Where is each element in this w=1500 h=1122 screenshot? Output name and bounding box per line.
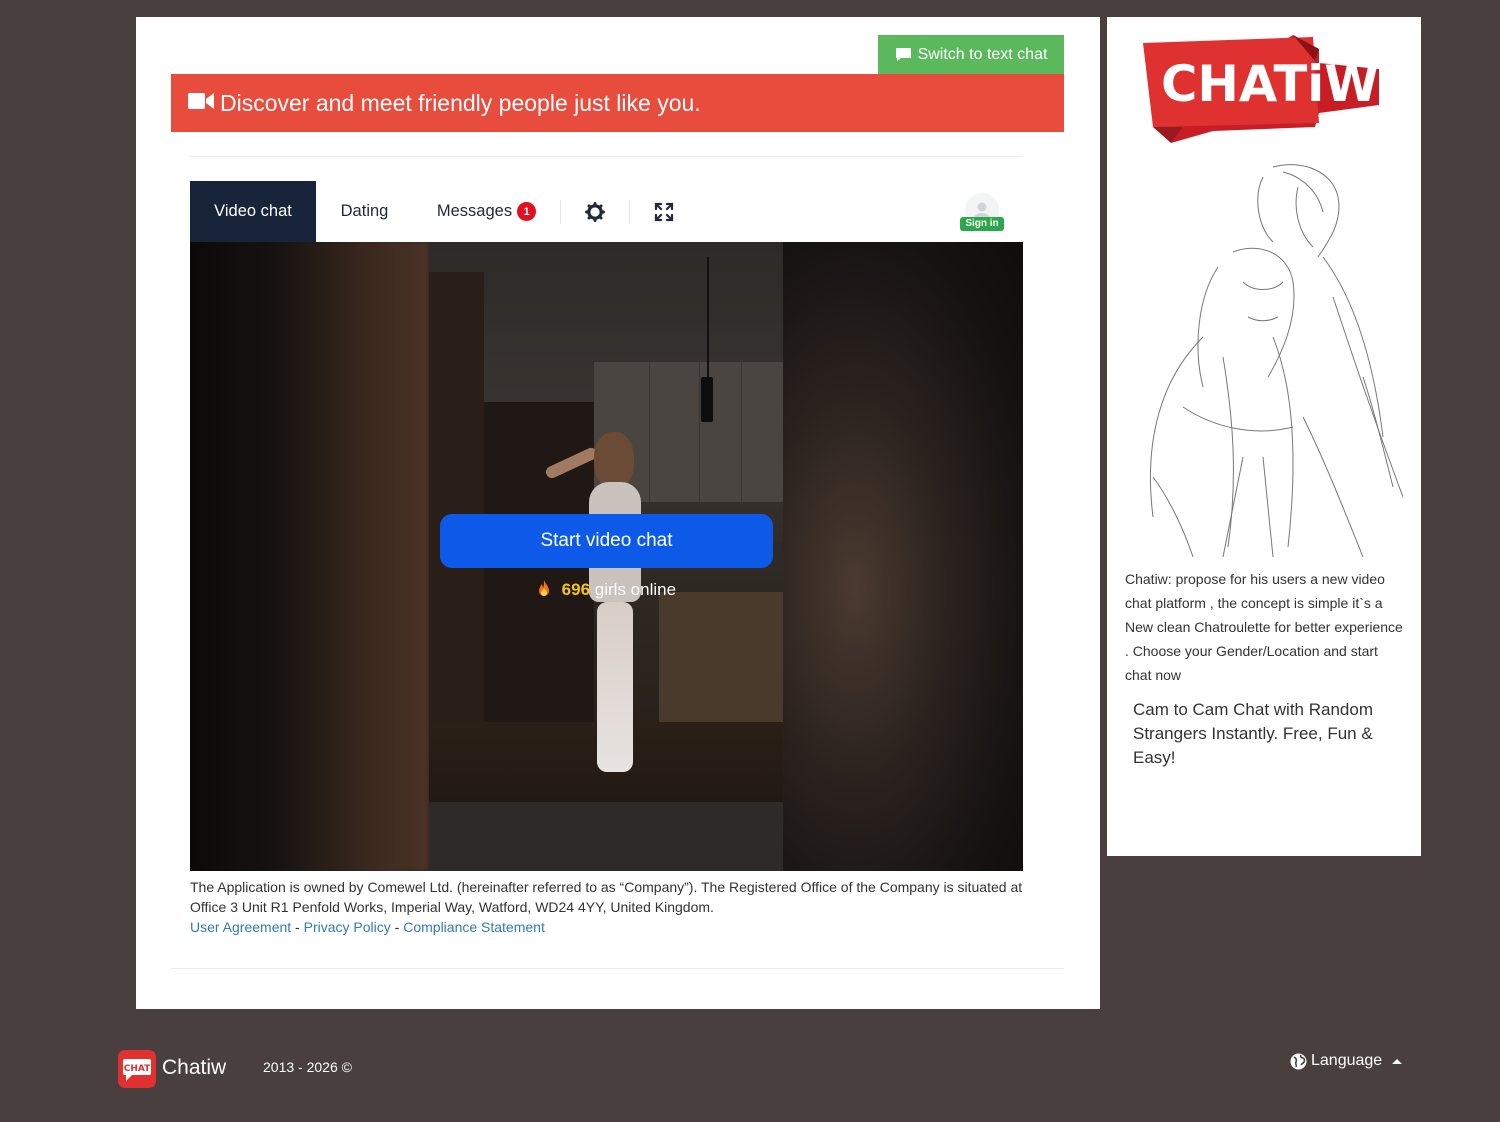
sign-in-label: Sign in — [960, 217, 1004, 231]
divider — [171, 968, 1064, 969]
caret-up-icon — [1392, 1058, 1403, 1064]
tab-video-chat[interactable]: Video chat — [190, 181, 316, 242]
settings-button[interactable] — [561, 181, 629, 242]
sidebar: CHATiW Chatiw: propose for his users a n… — [1107, 17, 1421, 856]
couple-sketch-illustration — [1150, 164, 1403, 557]
speech-bubble-icon — [895, 48, 911, 61]
fire-icon — [538, 580, 549, 596]
sidebar-description: Chatiw: propose for his users a new vide… — [1125, 571, 1403, 683]
legal-text: The Application is owned by Comewel Ltd.… — [190, 879, 1023, 915]
gear-icon — [585, 201, 605, 222]
video-preview: Start video chat 696 girls online — [190, 242, 1023, 871]
switch-to-text-chat-button[interactable]: Switch to text chat — [878, 35, 1064, 74]
footer-logo-text: CHAT — [124, 1064, 151, 1074]
privacy-policy-link[interactable]: Privacy Policy — [304, 919, 391, 935]
legal-notice: The Application is owned by Comewel Ltd.… — [190, 877, 1050, 937]
compliance-statement-link[interactable]: Compliance Statement — [403, 919, 545, 935]
banner-text: Discover and meet friendly people just l… — [220, 89, 701, 116]
footer-copyright: 2013 - 2026 © — [263, 1059, 352, 1075]
video-blur-right — [783, 242, 1023, 871]
chatiw-logo: CHATiW — [1143, 35, 1379, 143]
tab-messages[interactable]: Messages 1 — [413, 181, 560, 242]
video-camera-icon — [188, 93, 214, 109]
tab-video-chat-label: Video chat — [214, 202, 292, 220]
globe-icon — [1290, 1053, 1307, 1069]
language-selector[interactable]: Language — [1290, 1052, 1403, 1070]
tab-dating[interactable]: Dating — [316, 181, 413, 242]
online-count-number: 696 — [561, 580, 591, 599]
main-panel: Switch to text chat Discover and meet fr… — [136, 17, 1100, 1009]
messages-badge: 1 — [517, 202, 537, 221]
tab-bar: Video chat Dating Messages 1 Sign in — [190, 181, 1023, 242]
online-count: 696 girls online — [440, 580, 773, 600]
footer-brand: Chatiw — [162, 1056, 227, 1079]
sign-in-button[interactable]: Sign in — [958, 193, 1006, 233]
user-agreement-link[interactable]: User Agreement — [190, 919, 291, 935]
legal-links: User Agreement - Privacy Policy - Compli… — [190, 917, 1050, 937]
tab-dating-label: Dating — [340, 202, 389, 220]
link-separator: - — [390, 919, 404, 935]
online-count-suffix: girls online — [594, 580, 677, 599]
link-separator: - — [291, 919, 304, 935]
sidebar-tagline: Cam to Cam Chat with Random Strangers In… — [1133, 700, 1373, 767]
fullscreen-button[interactable] — [630, 181, 698, 242]
video-blur-left — [190, 242, 429, 871]
expand-icon — [654, 202, 674, 221]
divider — [189, 156, 1022, 157]
logo-text: CHATiW — [1161, 55, 1379, 113]
language-label: Language — [1311, 1052, 1383, 1069]
footer-logo[interactable]: CHAT — [118, 1050, 156, 1088]
start-video-chat-button[interactable]: Start video chat — [440, 514, 773, 568]
switch-button-label: Switch to text chat — [917, 45, 1048, 63]
tab-messages-label: Messages — [436, 202, 513, 220]
headline-banner: Discover and meet friendly people just l… — [171, 74, 1064, 132]
